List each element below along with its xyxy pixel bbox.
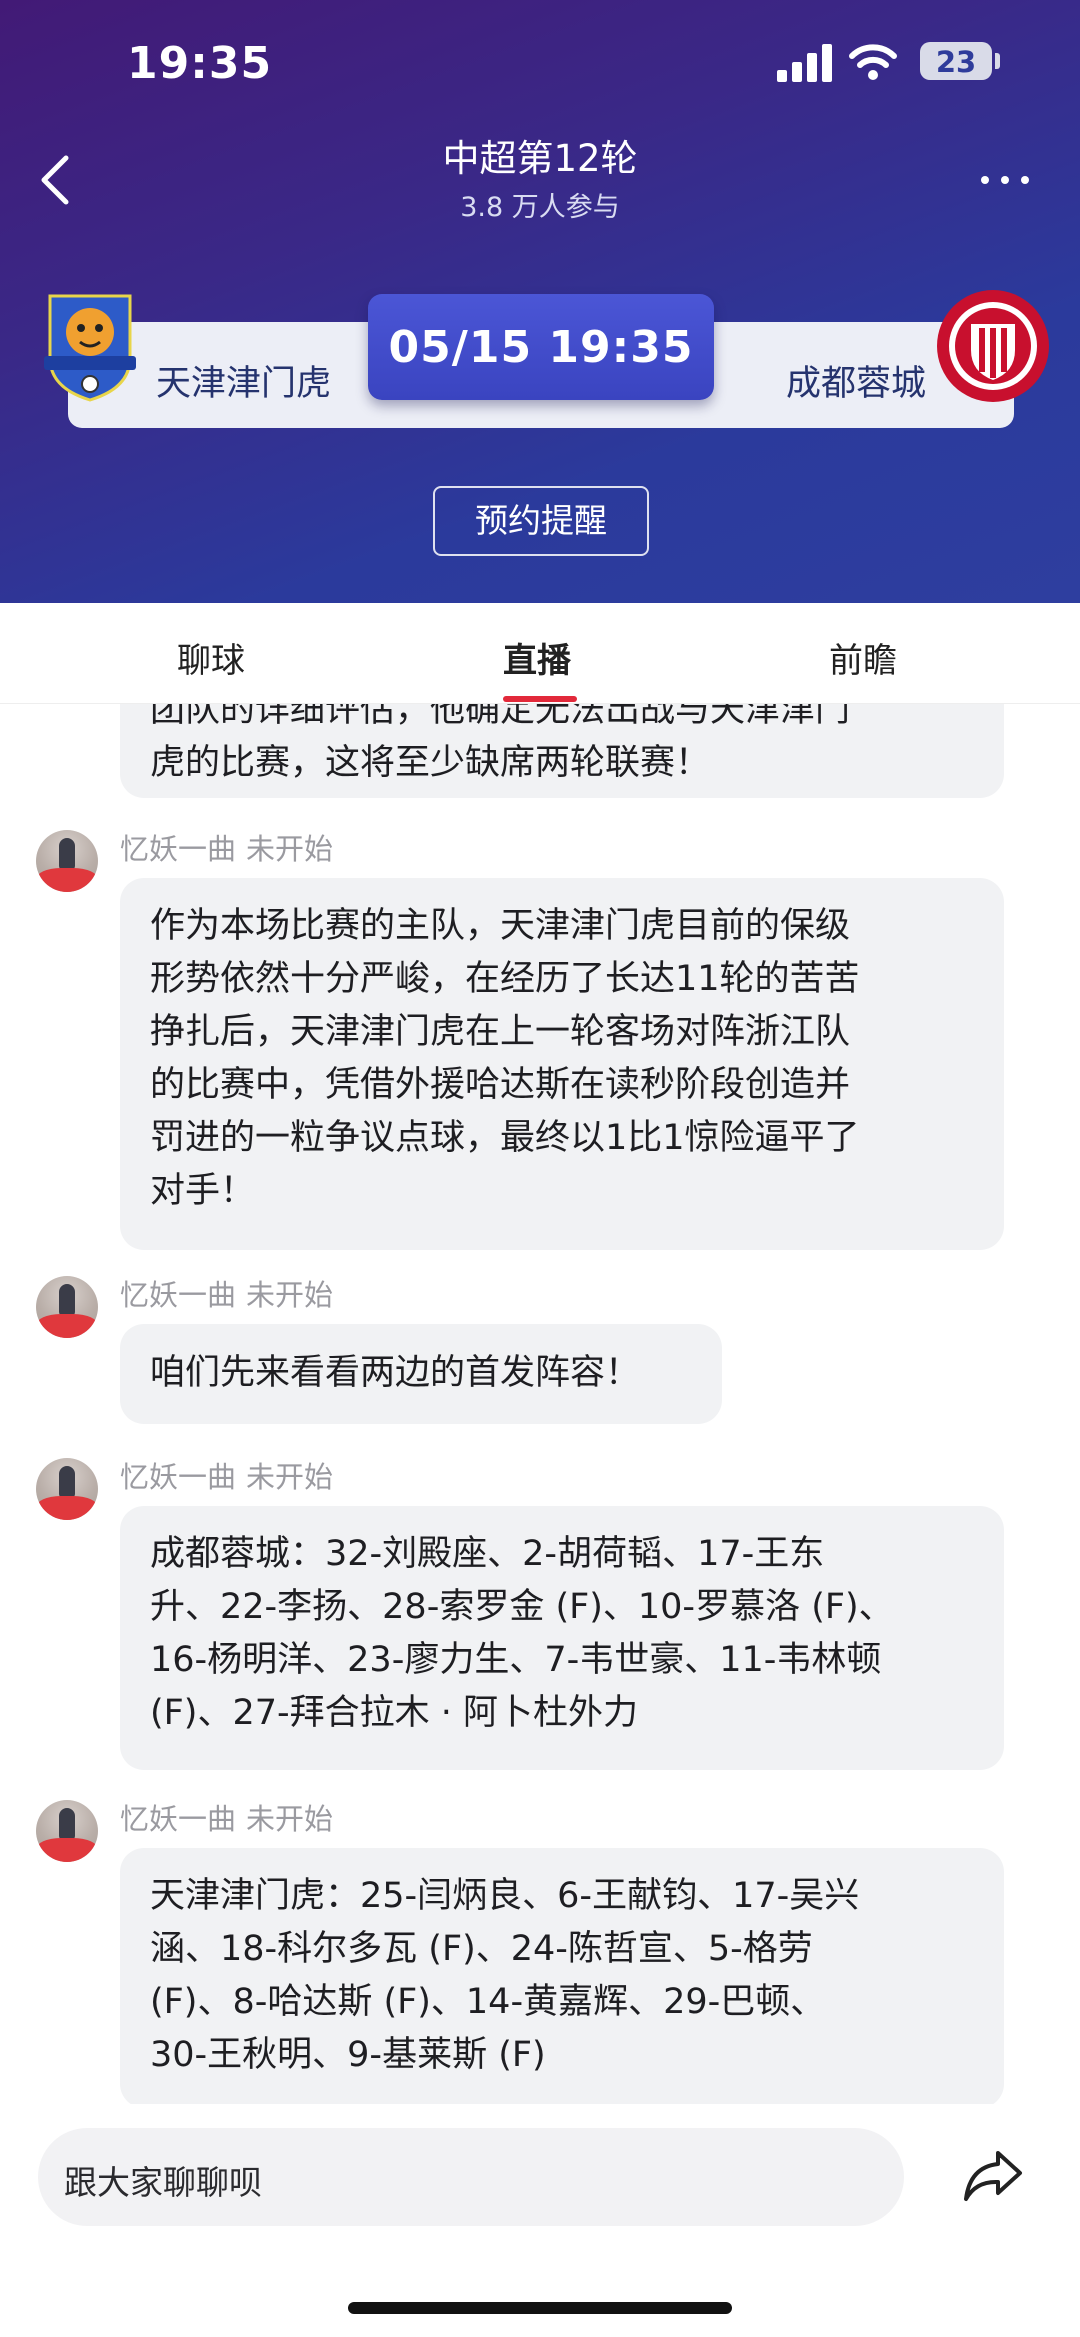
chat-input-placeholder: 跟大家聊聊呗 [64, 2163, 262, 2202]
match-status: 未开始 [246, 1802, 334, 1836]
match-header: 19:35 23 中超第12轮 3.8 万人参与 天津津门虎 成都蓉城 05/1… [0, 0, 1080, 603]
kickoff-time-box: 05/15 19:35 [368, 294, 714, 400]
battery-level: 23 [935, 45, 977, 79]
share-arrow-icon[interactable] [960, 2145, 1026, 2205]
battery-icon: 23 [920, 42, 992, 80]
home-team-logo [44, 294, 136, 402]
avatar[interactable] [36, 830, 98, 892]
more-dots-icon[interactable] [975, 170, 1035, 190]
message-line: 16-杨明洋、23-廖力生、7-韦世豪、11-韦林顿 [150, 1640, 882, 1680]
message-line: 挣扎后，天津津门虎在上一轮客场对阵浙江队 [150, 1012, 851, 1052]
message-author: 忆妖一曲 未开始 [120, 1272, 333, 1314]
page-title: 中超第12轮 [442, 137, 638, 180]
cellular-signal-icon [777, 42, 833, 82]
message-line: 形势依然十分严峻，在经历了长达11轮的苦苦 [150, 959, 860, 999]
author-name: 忆妖一曲 [120, 832, 237, 866]
message-line: 虎的比赛，这将至少缺席两轮联赛！ [150, 743, 711, 783]
message-line: (F)、8-哈达斯 (F)、14-黄嘉辉、29-巴顿、 [150, 1982, 826, 2022]
message-line: 升、22-李扬、28-索罗金 (F)、10-罗慕洛 (F)、 [150, 1587, 894, 1627]
wifi-icon [849, 44, 897, 80]
active-tab-indicator [503, 696, 577, 702]
match-status: 未开始 [246, 1460, 334, 1494]
author-name: 忆妖一曲 [120, 1802, 237, 1836]
live-feed[interactable]: 团队的详细评估，他确定无法出战与天津津门 虎的比赛，这将至少缺席两轮联赛！ 忆妖… [0, 704, 1080, 2104]
message-line: 涵、18-科尔多瓦 (F)、24-陈哲宣、5-格劳 [150, 1929, 813, 1969]
message-line: 罚进的一粒争议点球，最终以1比1惊险逼平了 [150, 1118, 860, 1158]
message-bubble: 咱们先来看看两边的首发阵容！ [120, 1324, 722, 1424]
tab-chat[interactable]: 聊球 [177, 633, 245, 682]
message-line: 30-王秋明、9-基莱斯 (F) [150, 2035, 546, 2075]
avatar[interactable] [36, 1276, 98, 1338]
tab-bar: 聊球 直播 前瞻 [0, 603, 1080, 704]
status-time: 19:35 [127, 38, 273, 89]
tab-live[interactable]: 直播 [503, 633, 571, 682]
message-bubble: 团队的详细评估，他确定无法出战与天津津门 虎的比赛，这将至少缺席两轮联赛！ [120, 704, 1004, 798]
message-bubble: 作为本场比赛的主队，天津津门虎目前的保级 形势依然十分严峻，在经历了长达11轮的… [120, 878, 1004, 1250]
message-line: 的比赛中，凭借外援哈达斯在读秒阶段创造并 [150, 1065, 851, 1105]
message-line: 天津津门虎：25-闫炳良、6-王献钧、17-吴兴 [150, 1876, 860, 1916]
match-status: 未开始 [246, 1278, 334, 1312]
author-name: 忆妖一曲 [120, 1460, 237, 1494]
author-name: 忆妖一曲 [120, 1278, 237, 1312]
avatar[interactable] [36, 1458, 98, 1520]
message-author: 忆妖一曲 未开始 [120, 1796, 333, 1838]
message-line: (F)、27-拜合拉木 · 阿卜杜外力 [150, 1693, 638, 1733]
message-author: 忆妖一曲 未开始 [120, 826, 333, 868]
away-team-name: 成都蓉城 [786, 364, 927, 404]
home-indicator [348, 2302, 732, 2314]
battery-tip [995, 53, 1000, 69]
message-line: 对手！ [150, 1171, 256, 1211]
tab-preview[interactable]: 前瞻 [829, 633, 897, 682]
match-status: 未开始 [246, 832, 334, 866]
participants-count: 3.8 万人参与 [460, 192, 620, 223]
message-line: 成都蓉城：32-刘殿座、2-胡荷韬、17-王东 [150, 1534, 825, 1574]
message-line: 作为本场比赛的主队，天津津门虎目前的保级 [150, 906, 851, 946]
chat-input[interactable]: 跟大家聊聊呗 [38, 2128, 904, 2226]
message-bubble: 成都蓉城：32-刘殿座、2-胡荷韬、17-王东 升、22-李扬、28-索罗金 (… [120, 1506, 1004, 1770]
away-team-logo [937, 290, 1049, 402]
message-line: 咱们先来看看两边的首发阵容！ [150, 1353, 641, 1393]
message-bubble: 天津津门虎：25-闫炳良、6-王献钧、17-吴兴 涵、18-科尔多瓦 (F)、2… [120, 1848, 1004, 2104]
message-line: 团队的详细评估，他确定无法出战与天津津门 [150, 704, 851, 730]
kickoff-time: 05/15 19:35 [388, 322, 694, 373]
avatar[interactable] [36, 1800, 98, 1862]
home-team-name: 天津津门虎 [156, 364, 332, 404]
message-author: 忆妖一曲 未开始 [120, 1454, 333, 1496]
reminder-button[interactable]: 预约提醒 [433, 486, 649, 556]
